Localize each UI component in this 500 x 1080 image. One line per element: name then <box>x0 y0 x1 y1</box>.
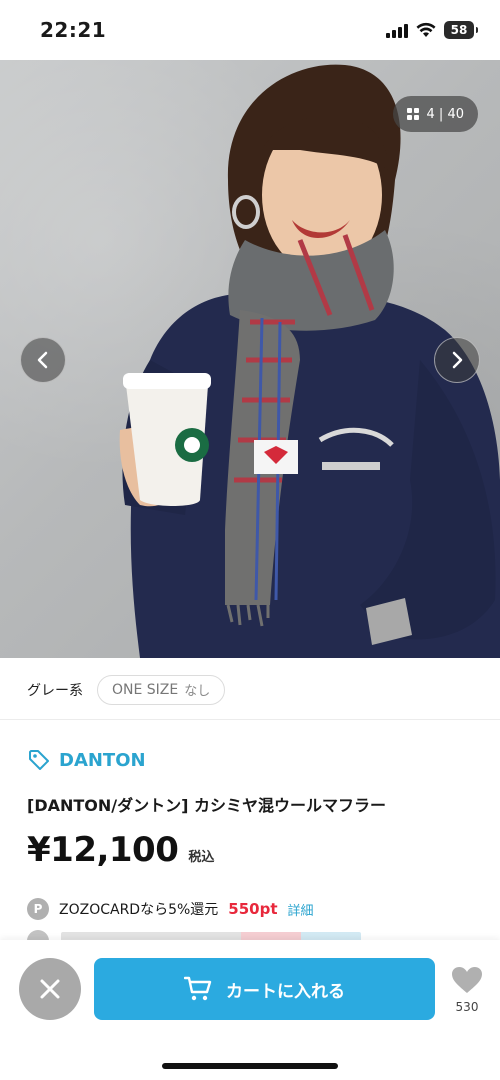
close-button[interactable] <box>19 958 81 1020</box>
partially-hidden-row <box>27 930 387 940</box>
next-photo-button[interactable] <box>434 337 480 383</box>
chevron-right-icon <box>452 351 463 369</box>
product-title: [DANTON/ダントン] カシミヤ混ウールマフラー <box>27 796 387 815</box>
close-icon <box>40 979 60 999</box>
stock-status: なし <box>184 684 211 699</box>
model-figure <box>119 64 500 658</box>
tax-label: 税込 <box>188 850 215 865</box>
add-to-cart-label: カートに入れる <box>226 981 345 1002</box>
favorite-button[interactable]: 530 <box>446 966 488 1014</box>
price-row: ¥12,100 税込 <box>27 830 214 870</box>
chevron-left-icon <box>37 351 48 369</box>
heart-icon <box>452 967 482 993</box>
wifi-icon <box>416 22 436 37</box>
color-label: グレー系 <box>27 682 83 699</box>
bottom-action-bar: カートに入れる 530 <box>0 940 500 1080</box>
previous-photo-button[interactable] <box>20 337 66 383</box>
peek-icon <box>27 930 49 940</box>
home-indicator[interactable] <box>162 1063 338 1069</box>
favorite-count: 530 <box>455 1000 479 1014</box>
variant-selector: グレー系 ONE SIZE なし <box>0 660 500 720</box>
status-bar: 22:21 58 <box>0 0 500 60</box>
size-option[interactable]: ONE SIZE なし <box>97 674 226 705</box>
tag-icon <box>29 750 49 770</box>
points-text: ZOZOCARDなら5%還元 <box>59 902 219 918</box>
battery-level: 58 <box>450 23 468 37</box>
product-photo[interactable]: 4 | 40 <box>0 60 500 658</box>
signal-icon <box>386 22 408 38</box>
status-icons: 58 <box>386 21 478 39</box>
photo-counter[interactable]: 4 | 40 <box>392 96 478 132</box>
photo-counter-text: 4 | 40 <box>426 106 464 122</box>
add-to-cart-button[interactable]: カートに入れる <box>94 958 435 1020</box>
price: ¥12,100 <box>27 830 179 870</box>
brand-link[interactable]: DANTON <box>27 748 146 772</box>
points-icon: P <box>27 898 49 920</box>
battery-icon: 58 <box>444 21 478 39</box>
points-amount: 550pt <box>228 900 278 918</box>
peek-text <box>61 932 361 940</box>
points-details-link[interactable]: 詳細 <box>288 900 314 919</box>
cart-icon <box>184 976 212 1001</box>
grid-icon <box>406 108 419 120</box>
brand-name: DANTON <box>59 749 146 771</box>
size-label: ONE SIZE <box>112 681 179 698</box>
points-info: P ZOZOCARDなら5%還元 550pt 詳細 <box>27 898 314 920</box>
status-time: 22:21 <box>40 18 107 42</box>
